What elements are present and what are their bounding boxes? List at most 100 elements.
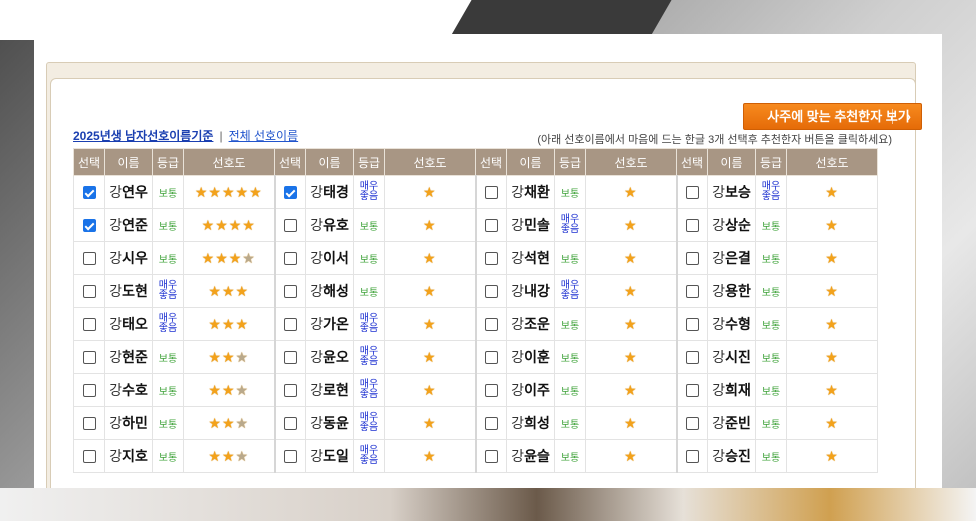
name-checkbox[interactable] <box>82 384 96 398</box>
name-checkbox[interactable] <box>484 186 498 200</box>
name-checkbox[interactable] <box>685 417 699 431</box>
name-cell: 강상순 <box>707 208 756 242</box>
name-checkbox[interactable] <box>283 450 297 464</box>
name-checkbox[interactable] <box>82 351 96 365</box>
header-preference: 선호도 <box>786 148 878 176</box>
given-name: 동윤 <box>323 415 349 431</box>
preference-stars: ★ <box>422 447 437 464</box>
name-checkbox[interactable] <box>82 252 96 266</box>
grade-label: 보통 <box>158 386 178 398</box>
name-checkbox[interactable] <box>484 384 498 398</box>
surname: 강 <box>511 184 525 200</box>
name-checkbox[interactable] <box>283 219 297 233</box>
name-checkbox[interactable] <box>82 219 96 233</box>
surname: 강 <box>109 382 123 398</box>
name-checkbox[interactable] <box>82 285 96 299</box>
grade-cell: 보통 <box>152 241 184 275</box>
name-cell: 강준빈 <box>707 406 756 440</box>
grade-label: 보통 <box>359 254 379 266</box>
given-name: 석현 <box>524 250 550 266</box>
full-name: 강수호 <box>109 382 148 398</box>
name-checkbox[interactable] <box>484 417 498 431</box>
full-name: 강채환 <box>511 184 550 200</box>
preference-stars: ★ <box>623 381 638 398</box>
name-checkbox[interactable] <box>484 252 498 266</box>
preference-cell: ★ <box>585 439 677 473</box>
name-checkbox[interactable] <box>685 450 699 464</box>
name-checkbox[interactable] <box>82 417 96 431</box>
name-checkbox[interactable] <box>685 318 699 332</box>
select-cell <box>474 406 507 440</box>
link-all-preferred-names[interactable]: 전체 선호이름 <box>229 129 299 143</box>
given-name: 현준 <box>122 349 148 365</box>
header-name: 이름 <box>506 148 555 176</box>
table-row: 강지호 보통 ★★★ 강도일 매우 좋음 ★ 강윤슬 보통 ★ 강승진 보통 ★ <box>73 439 878 473</box>
grade-cell: 보통 <box>554 175 586 209</box>
select-cell <box>675 307 708 341</box>
grade-cell: 매우 좋음 <box>554 274 586 308</box>
recommend-hanja-button[interactable]: 사주에 맞는 추천한자 보기 › <box>743 103 922 130</box>
header-grade: 등급 <box>152 148 184 176</box>
table-row: 강연준 보통 ★★★★ 강유호 보통 ★ 강민솔 매우 좋음 ★ 강상순 보통 ★ <box>73 208 878 242</box>
grade-cell: 보통 <box>554 373 586 407</box>
select-cell <box>474 208 507 242</box>
link-separator: | <box>219 129 223 143</box>
surname: 강 <box>511 250 525 266</box>
preference-stars: ★ <box>623 315 638 332</box>
table-row: 강시우 보통 ★★★★ 강이서 보통 ★ 강석현 보통 ★ 강은결 보통 ★ <box>73 241 878 275</box>
preference-cell: ★ <box>786 406 878 440</box>
name-checkbox[interactable] <box>283 318 297 332</box>
name-cell: 강채환 <box>506 175 555 209</box>
table-row: 강현준 보통 ★★★ 강윤오 매우 좋음 ★ 강이훈 보통 ★ 강시진 보통 ★ <box>73 340 878 374</box>
preference-cell: ★ <box>585 307 677 341</box>
grade-label: 보통 <box>761 287 781 299</box>
link-2025-preferred-names[interactable]: 2025년생 남자선호이름기준 <box>73 129 213 143</box>
name-cell: 강이훈 <box>506 340 555 374</box>
preference-cell: ★ <box>786 175 878 209</box>
name-checkbox[interactable] <box>685 186 699 200</box>
name-checkbox[interactable] <box>283 285 297 299</box>
name-checkbox[interactable] <box>685 285 699 299</box>
name-checkbox[interactable] <box>283 417 297 431</box>
surname: 강 <box>712 283 726 299</box>
name-checkbox[interactable] <box>484 351 498 365</box>
name-checkbox[interactable] <box>283 252 297 266</box>
select-cell <box>675 406 708 440</box>
name-checkbox[interactable] <box>82 186 96 200</box>
name-checkbox[interactable] <box>82 450 96 464</box>
name-checkbox[interactable] <box>685 351 699 365</box>
given-name: 하민 <box>122 415 148 431</box>
surname: 강 <box>511 316 525 332</box>
name-checkbox[interactable] <box>484 285 498 299</box>
preference-cell: ★ <box>384 241 476 275</box>
preference-stars: ★★★★ <box>201 216 256 233</box>
preference-stars: ★ <box>623 414 638 431</box>
preference-cell: ★ <box>585 241 677 275</box>
surname: 강 <box>712 448 726 464</box>
grade-label: 매우 좋음 <box>359 379 379 400</box>
surname: 강 <box>712 415 726 431</box>
grade-label: 보통 <box>560 386 580 398</box>
name-checkbox[interactable] <box>82 318 96 332</box>
name-cell: 강희성 <box>506 406 555 440</box>
grade-label: 매우 좋음 <box>761 181 781 202</box>
header-grade: 등급 <box>554 148 586 176</box>
given-name: 가온 <box>323 316 349 332</box>
given-name: 해성 <box>323 283 349 299</box>
half-star-icon: ★ <box>235 414 250 431</box>
preference-stars: ★★★ <box>208 348 250 365</box>
grade-cell: 보통 <box>755 439 787 473</box>
name-checkbox[interactable] <box>685 219 699 233</box>
name-checkbox[interactable] <box>283 384 297 398</box>
grade-cell: 보통 <box>353 208 385 242</box>
name-checkbox[interactable] <box>283 186 297 200</box>
select-cell <box>73 340 105 374</box>
name-checkbox[interactable] <box>685 384 699 398</box>
name-checkbox[interactable] <box>484 219 498 233</box>
name-checkbox[interactable] <box>685 252 699 266</box>
grade-label: 보통 <box>560 188 580 200</box>
name-checkbox[interactable] <box>484 450 498 464</box>
name-checkbox[interactable] <box>484 318 498 332</box>
name-checkbox[interactable] <box>283 351 297 365</box>
preference-stars: ★ <box>623 183 638 200</box>
